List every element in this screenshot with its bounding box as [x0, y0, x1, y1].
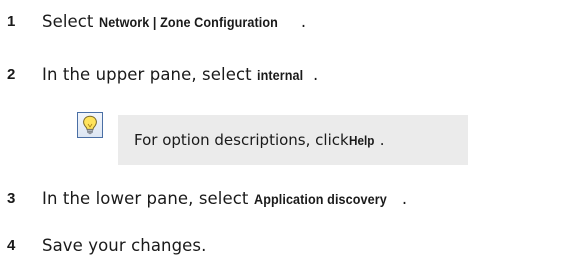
tip-text: For option descriptions, click Help. [134, 115, 384, 165]
step-number: 4 [7, 236, 16, 254]
tip-text-suffix: . [379, 131, 385, 149]
ui-term: Help [348, 133, 375, 148]
step-text-suffix: . [313, 64, 319, 84]
step-1: 1 Select Network | Zone Configuration. [0, 8, 569, 34]
step-number: 1 [7, 12, 16, 30]
ui-term: Network | Zone Configuration [98, 13, 278, 30]
step-text-prefix: In the lower pane, select [42, 188, 254, 208]
lightbulb-icon-glyph [83, 115, 97, 135]
tip-text-prefix: For option descriptions, click [134, 131, 349, 149]
step-number: 3 [7, 189, 16, 207]
step-text-suffix: . [401, 188, 408, 208]
step-text-suffix: . [300, 11, 307, 31]
step-number: 2 [7, 65, 16, 83]
ui-term: internal [257, 66, 304, 83]
step-text: Select Network | Zone Configuration. [42, 12, 306, 31]
step-text: In the lower pane, select Application di… [42, 189, 407, 208]
step-text: Save your changes. [42, 235, 207, 255]
step-text: In the upper pane, select internal. [42, 65, 318, 84]
step-2: 2 In the upper pane, select internal. [0, 61, 569, 87]
step-text-prefix: In the upper pane, select [42, 64, 258, 84]
lightbulb-icon [77, 112, 103, 138]
ui-term: Application discovery [253, 190, 387, 207]
step-4: 4 Save your changes. [0, 232, 569, 258]
step-text-prefix: Select [42, 11, 99, 31]
step-3: 3 In the lower pane, select Application … [0, 185, 569, 211]
